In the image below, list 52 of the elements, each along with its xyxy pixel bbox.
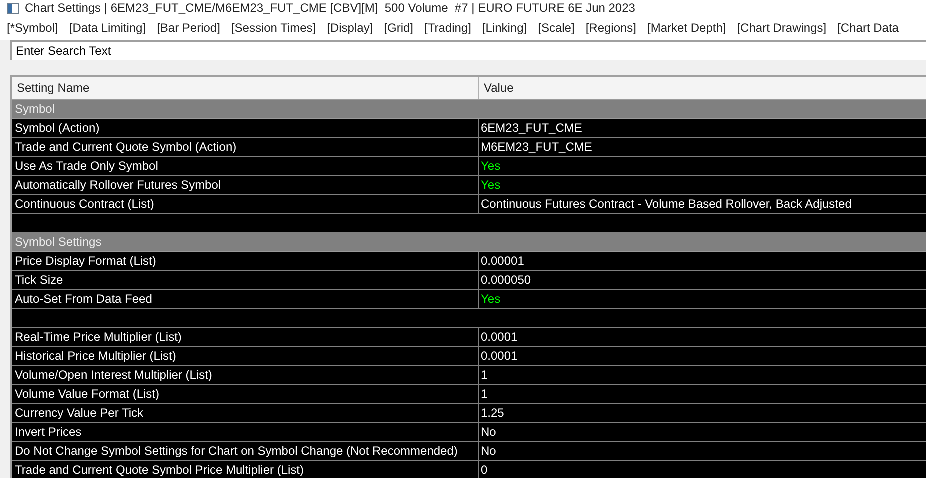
setting-name[interactable]: Volume/Open Interest Multiplier (List): [15, 366, 212, 384]
tab[interactable]: [Grid]: [384, 19, 414, 37]
setting-value[interactable]: 0.000050: [481, 271, 532, 289]
tab[interactable]: [Chart Drawings]: [737, 19, 827, 37]
tab[interactable]: [Chart Data: [838, 19, 899, 37]
tab[interactable]: [Bar Period]: [157, 19, 220, 37]
setting-name[interactable]: Auto-Set From Data Feed: [15, 290, 152, 308]
setting-value[interactable]: 0.0001: [481, 328, 518, 346]
column-header: Value: [484, 80, 514, 97]
tab[interactable]: [Linking]: [482, 19, 528, 37]
tab[interactable]: [Trading]: [424, 19, 472, 37]
section-header: Symbol Settings: [15, 234, 102, 251]
setting-name[interactable]: Do Not Change Symbol Settings for Chart on Symbol Change (Not Recommended): [15, 442, 458, 460]
setting-name[interactable]: Automatically Rollover Futures Symbol: [15, 176, 222, 194]
setting-name[interactable]: Invert Prices: [15, 423, 82, 441]
setting-value[interactable]: 1: [481, 385, 488, 403]
setting-name[interactable]: Price Display Format (List): [15, 252, 156, 270]
setting-name[interactable]: Symbol (Action): [15, 119, 100, 137]
setting-value[interactable]: No: [481, 423, 496, 441]
tab[interactable]: [Display]: [327, 19, 374, 37]
window-icon: [7, 2, 19, 14]
setting-name[interactable]: Real-Time Price Multiplier (List): [15, 328, 182, 346]
setting-value[interactable]: 1.25: [481, 404, 504, 422]
setting-value[interactable]: 6EM23_FUT_CME: [481, 119, 582, 137]
setting-name[interactable]: Continuous Contract (List): [15, 195, 154, 213]
setting-value[interactable]: 0: [481, 461, 488, 478]
setting-value[interactable]: No: [481, 442, 496, 460]
setting-value[interactable]: Yes: [481, 176, 501, 194]
tab[interactable]: [Regions]: [586, 19, 637, 37]
tab[interactable]: [*Symbol]: [7, 19, 58, 37]
setting-name[interactable]: Trade and Current Quote Symbol (Action): [15, 138, 237, 156]
tab[interactable]: [Scale]: [538, 19, 575, 37]
search-field[interactable]: Enter Search Text: [10, 40, 926, 60]
tab[interactable]: [Market Depth]: [648, 19, 726, 37]
tab[interactable]: [Session Times]: [231, 19, 316, 37]
setting-value[interactable]: 1: [481, 366, 488, 384]
setting-name[interactable]: Currency Value Per Tick: [15, 404, 144, 422]
section-header: Symbol: [15, 101, 56, 118]
window-title: Chart Settings | 6EM23_FUT_CME/M6EM23_FUT_CME [CBV][M] 500 Volume #7 | EURO FUTURE 6E Jun 2023: [25, 0, 636, 16]
setting-value[interactable]: Yes: [481, 157, 501, 175]
setting-value[interactable]: Continuous Futures Contract - Volume Based Rollover, Back Adjusted: [481, 195, 852, 213]
setting-value[interactable]: Yes: [481, 290, 501, 308]
setting-name[interactable]: Tick Size: [15, 271, 64, 289]
column-header: Setting Name: [17, 80, 90, 97]
setting-value[interactable]: 0.0001: [481, 347, 518, 365]
setting-name[interactable]: Use As Trade Only Symbol: [15, 157, 158, 175]
tab[interactable]: [Data Limiting]: [69, 19, 146, 37]
setting-name[interactable]: Volume Value Format (List): [15, 385, 160, 403]
setting-value[interactable]: M6EM23_FUT_CME: [481, 138, 592, 156]
setting-name[interactable]: Historical Price Multiplier (List): [15, 347, 176, 365]
setting-value[interactable]: 0.00001: [481, 252, 524, 270]
setting-name[interactable]: Trade and Current Quote Symbol Price Multiplier (List): [15, 461, 304, 478]
